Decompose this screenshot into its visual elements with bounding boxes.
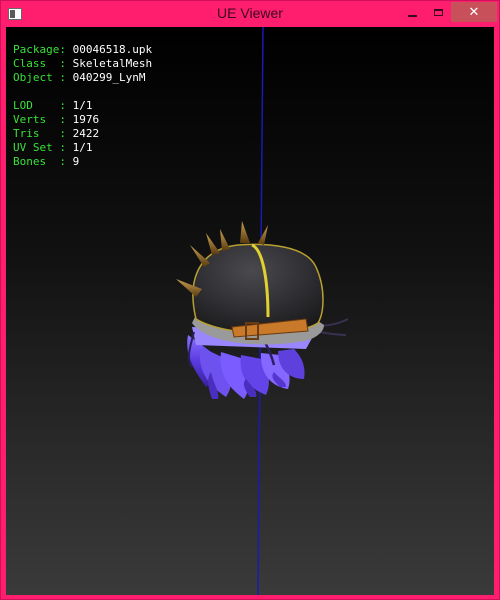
info-verts-row: Verts : 1976: [13, 113, 152, 127]
info-object-value: 040299_LynM: [72, 71, 146, 84]
title-bar[interactable]: UE Viewer ✕: [1, 1, 499, 27]
info-bones-row: Bones : 9: [13, 155, 152, 169]
info-package-label: Package:: [13, 43, 66, 56]
info-class-label: Class :: [13, 57, 66, 70]
close-button[interactable]: ✕: [451, 2, 497, 22]
info-uvset-label: UV Set :: [13, 141, 66, 154]
info-bones-label: Bones :: [13, 155, 66, 168]
minimize-icon: [407, 15, 417, 17]
info-uvset-value: 1/1: [72, 141, 93, 154]
info-object-label: Object :: [13, 71, 66, 84]
info-tris-row: Tris : 2422: [13, 127, 152, 141]
info-uvset-row: UV Set : 1/1: [13, 141, 152, 155]
info-package-value: 00046518.upk: [72, 43, 153, 56]
info-verts-value: 1976: [72, 113, 100, 126]
3d-viewport[interactable]: Package: 00046518.upk Class : SkeletalMe…: [6, 27, 494, 595]
info-lod-value: 1/1: [72, 99, 93, 112]
info-lod-label: LOD :: [13, 99, 66, 112]
info-class-row: Class : SkeletalMesh: [13, 57, 152, 71]
close-icon: ✕: [468, 4, 480, 20]
info-gap: [13, 85, 152, 99]
minimize-button[interactable]: [399, 2, 425, 22]
info-tris-value: 2422: [72, 127, 100, 140]
mesh-info-panel: Package: 00046518.upk Class : SkeletalMe…: [13, 43, 152, 169]
info-lod-row: LOD : 1/1: [13, 99, 152, 113]
maximize-icon: [433, 8, 443, 16]
info-bones-value: 9: [72, 155, 80, 168]
info-object-row: Object : 040299_LynM: [13, 71, 152, 85]
info-package-row: Package: 00046518.upk: [13, 43, 152, 57]
info-tris-label: Tris :: [13, 127, 66, 140]
info-verts-label: Verts :: [13, 113, 66, 126]
info-class-value: SkeletalMesh: [72, 57, 153, 70]
app-window: UE Viewer ✕ Package: 00046518.upk Class …: [0, 0, 500, 600]
maximize-button[interactable]: [425, 2, 451, 22]
